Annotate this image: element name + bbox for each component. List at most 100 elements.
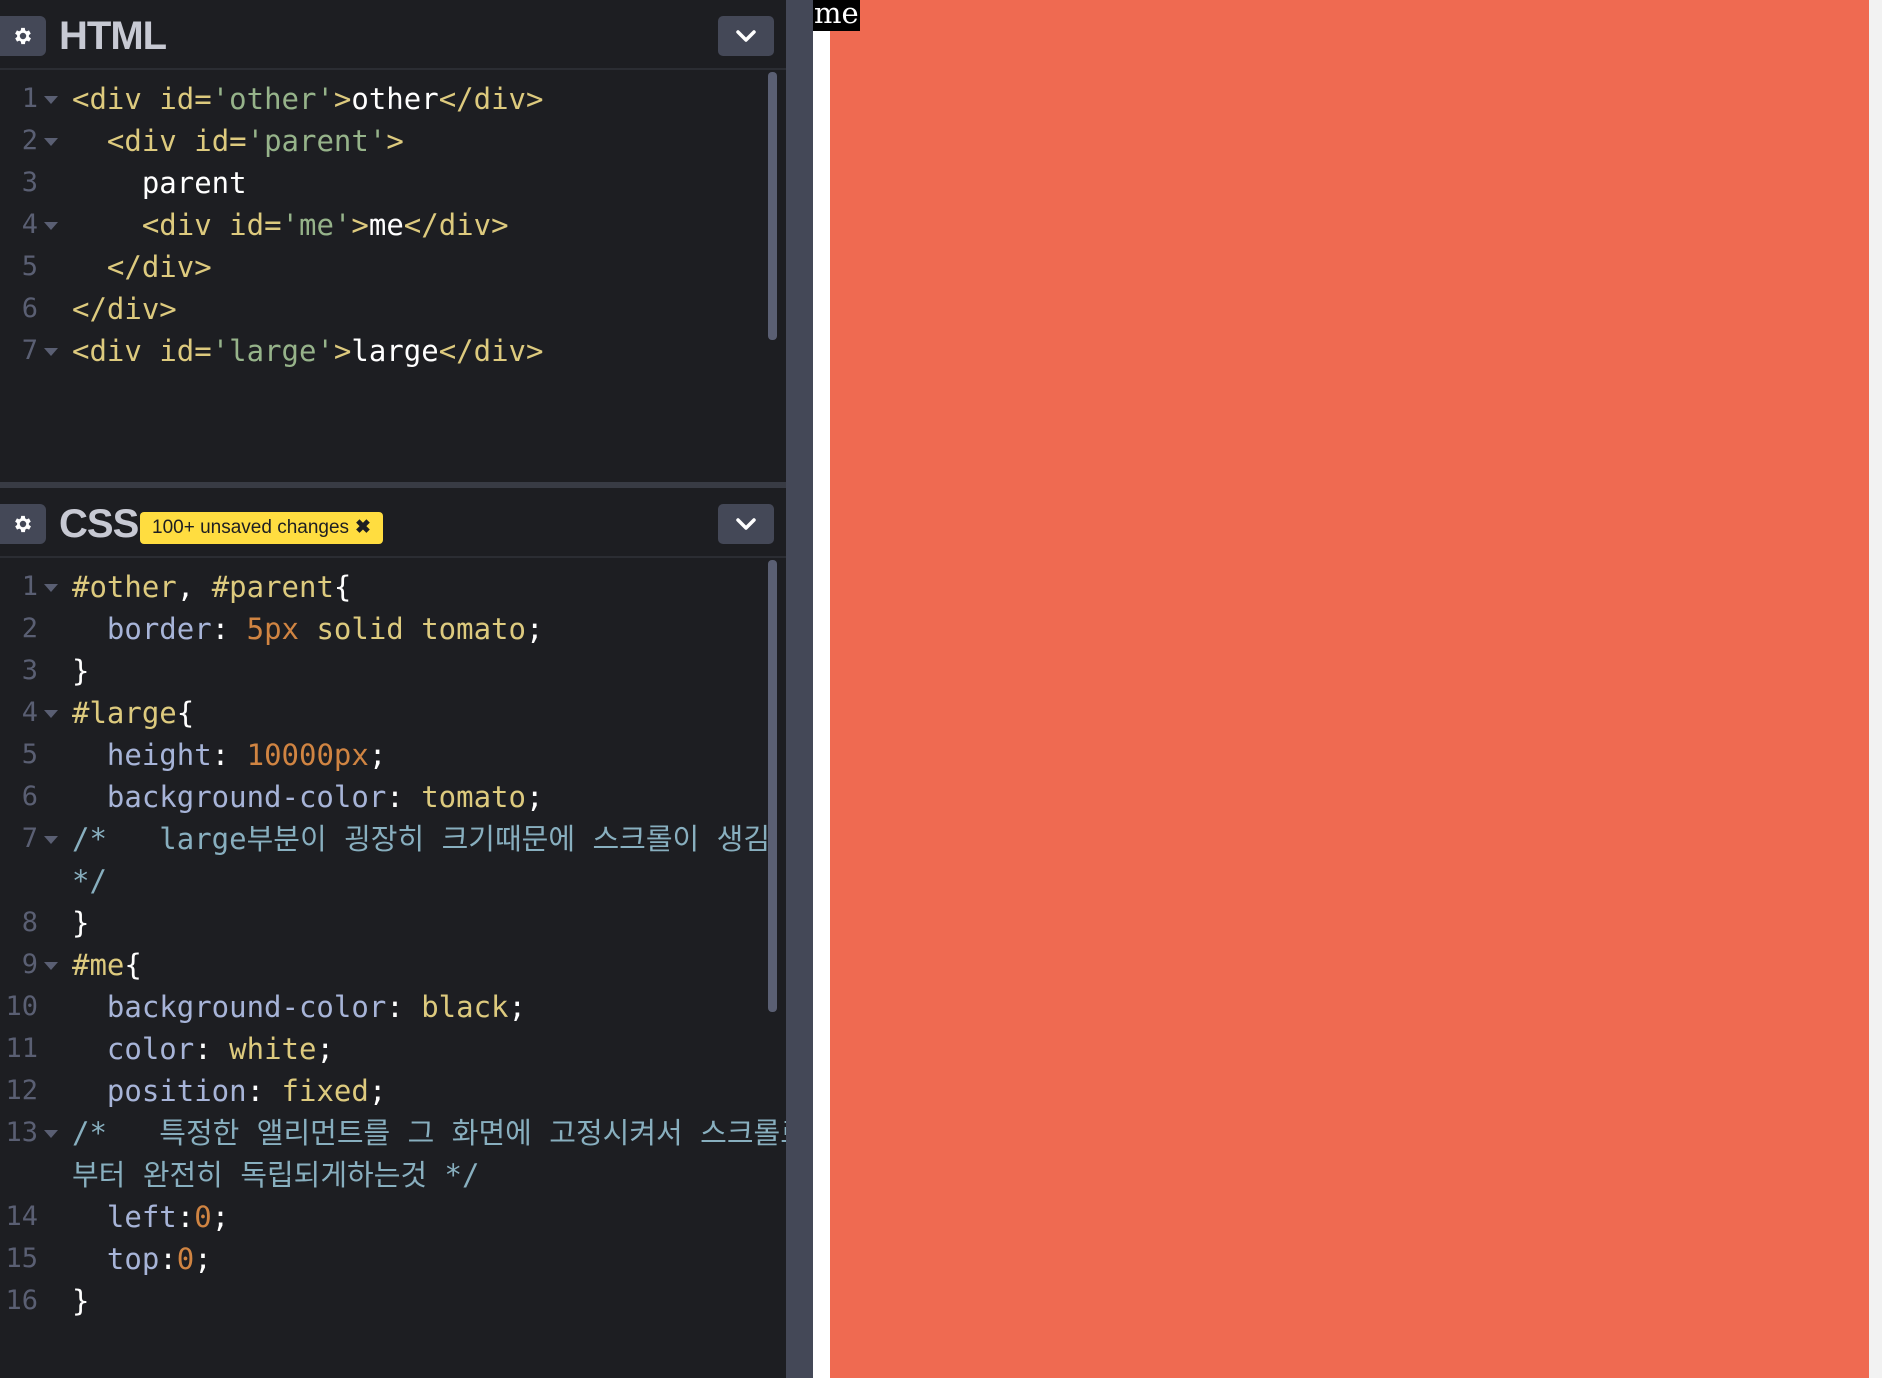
css-code-line: */ (0, 860, 760, 902)
line-number: 15 (5, 1243, 38, 1274)
code-token: fixed (281, 1074, 369, 1108)
code-content: #me{ (72, 944, 142, 986)
code-content: position: fixed; (72, 1070, 386, 1112)
code-token: { (333, 570, 352, 604)
code-content: } (72, 1280, 89, 1322)
html-code-line: 7 <div id='large'>large</div> (0, 330, 760, 372)
html-code-line: 3 parent (0, 162, 760, 204)
css-editor-scrollbar[interactable] (768, 560, 777, 1012)
code-token: </div> (106, 250, 212, 284)
code-token: </div> (403, 208, 509, 242)
code-token: <div (141, 208, 230, 242)
code-content: 부터 완전히 독립되게하는것 */ (72, 1154, 479, 1196)
code-token: 0 (194, 1200, 212, 1234)
html-editor-scrollbar[interactable] (768, 72, 777, 340)
code-token: { (124, 948, 142, 982)
css-code-line: 5 height: 10000px; (0, 734, 760, 776)
css-code-line: 3} (0, 650, 760, 692)
line-number: 11 (5, 1033, 38, 1064)
preview-scrollbar[interactable] (1869, 0, 1882, 1378)
code-content: height: 10000px; (72, 734, 386, 776)
code-token: white (229, 1032, 317, 1066)
code-token: : (211, 738, 247, 772)
line-number: 1 (21, 571, 38, 602)
css-code-line: 1 #other, #parent{ (0, 566, 760, 608)
code-token: black (421, 990, 509, 1024)
code-token: color (106, 1032, 195, 1066)
fold-arrow-icon[interactable] (44, 1130, 58, 1138)
code-token: : (194, 1032, 230, 1066)
gear-icon (15, 27, 31, 45)
code-token: > (351, 208, 369, 242)
css-code-line: 15 top:0; (0, 1238, 760, 1280)
css-editor-header: CSS 100+ unsaved changes ✖ (0, 488, 786, 558)
code-token: </div> (438, 82, 544, 116)
code-content: #other, #parent{ (72, 566, 351, 608)
line-number: 3 (21, 655, 38, 686)
code-token: #me (72, 948, 125, 982)
code-token: ; (368, 1074, 387, 1108)
line-number: 10 (5, 991, 38, 1022)
code-token: : (211, 612, 247, 646)
code-content: } (72, 650, 89, 692)
chevron-down-icon (736, 518, 756, 530)
fold-arrow-icon[interactable] (44, 584, 58, 592)
css-code-line: 16} (0, 1280, 760, 1322)
code-token: <div (106, 124, 195, 158)
css-settings-button[interactable] (0, 504, 46, 544)
code-token: ; (525, 780, 544, 814)
html-code-line: 5 </div> (0, 246, 760, 288)
html-settings-button[interactable] (0, 16, 46, 56)
code-token: > (333, 82, 352, 116)
code-token: /* large부분이 굉장히 크기때문에 스크롤이 생김 (72, 822, 770, 856)
code-token: background-color (106, 990, 387, 1024)
css-code-area[interactable]: 1 #other, #parent{2 border: 5px solid tom… (0, 566, 786, 1322)
code-content: </div> (72, 246, 212, 288)
css-code-line: 13 /* 특정한 앨리먼트를 그 화면에 고정시켜서 스크롤로 (0, 1112, 786, 1154)
css-code-line: 4 #large{ (0, 692, 760, 734)
code-content: <div id='me'>me</div> (72, 204, 509, 246)
html-code-line: 2 <div id='parent'> (0, 120, 760, 162)
code-token: ; (368, 738, 387, 772)
code-token: } (72, 654, 90, 688)
fold-arrow-icon[interactable] (44, 96, 58, 104)
fold-arrow-icon[interactable] (44, 836, 58, 844)
code-content: color: white; (72, 1028, 334, 1070)
fold-arrow-icon[interactable] (44, 222, 58, 230)
unsaved-changes-badge[interactable]: 100+ unsaved changes ✖ (140, 512, 383, 544)
css-code-line: 9 #me{ (0, 944, 760, 986)
code-token: #parent (211, 570, 334, 604)
fold-arrow-icon[interactable] (44, 962, 58, 970)
line-number: 8 (21, 907, 38, 938)
fold-arrow-icon[interactable] (44, 348, 58, 356)
line-number: 2 (21, 613, 38, 644)
code-token: ; (525, 612, 544, 646)
code-content: /* large부분이 굉장히 크기때문에 스크롤이 생김 (72, 818, 770, 860)
code-token: */ (72, 864, 107, 898)
line-number: 5 (21, 251, 38, 282)
code-token: height (106, 738, 212, 772)
css-code-line: 7 /* large부분이 굉장히 크기때문에 스크롤이 생김 (0, 818, 770, 860)
css-code-line: 12 position: fixed; (0, 1070, 760, 1112)
panel-resize-divider[interactable] (786, 0, 813, 1378)
html-collapse-button[interactable] (718, 16, 774, 56)
code-token: #other (72, 570, 177, 604)
line-number: 4 (21, 697, 38, 728)
code-token: 'parent' (246, 124, 387, 158)
large-element (830, 0, 1882, 1378)
close-icon[interactable]: ✖ (355, 517, 371, 538)
code-token: ; (211, 1200, 230, 1234)
fold-arrow-icon[interactable] (44, 710, 58, 718)
html-code-line: 4 <div id='me'>me</div> (0, 204, 760, 246)
code-token: id= (229, 208, 282, 242)
html-code-area[interactable]: 1 <div id='other'>other</div> 2 <div id='p… (0, 78, 760, 372)
code-content: top:0; (72, 1238, 212, 1280)
code-token: other (351, 82, 439, 116)
css-collapse-button[interactable] (718, 504, 774, 544)
fold-arrow-icon[interactable] (44, 138, 58, 146)
code-token: /* 특정한 앨리먼트를 그 화면에 고정시켜서 스크롤로 (72, 1116, 786, 1150)
code-token: id= (194, 124, 247, 158)
unsaved-changes-label: 100+ unsaved changes (152, 517, 350, 538)
me-element: me (813, 0, 860, 31)
gear-icon (15, 515, 31, 533)
